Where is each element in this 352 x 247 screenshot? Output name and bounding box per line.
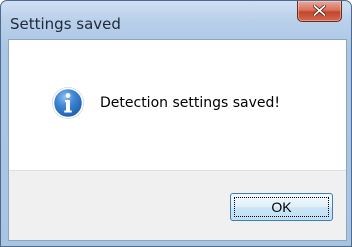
title-bar[interactable]: Settings saved: [1, 1, 351, 39]
message-area: Detection settings saved!: [9, 40, 346, 170]
info-icon: [52, 87, 84, 119]
window-title: Settings saved: [10, 15, 121, 33]
ok-button[interactable]: OK: [230, 193, 333, 221]
message-text: Detection settings saved!: [100, 95, 281, 111]
message-dialog: Settings saved Detection settings saved!…: [0, 0, 352, 247]
close-button[interactable]: [297, 1, 342, 22]
button-bar: OK: [9, 170, 346, 240]
dialog-content: Detection settings saved! OK: [8, 39, 347, 241]
close-x-icon: [313, 5, 326, 16]
ok-button-label: OK: [271, 199, 292, 215]
